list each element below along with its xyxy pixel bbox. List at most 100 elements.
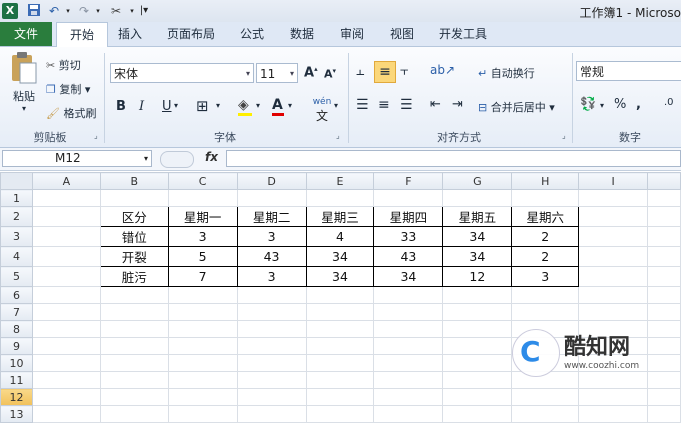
cell[interactable]: [32, 287, 100, 304]
alignment-launcher-icon[interactable]: ⌟: [562, 131, 566, 140]
tab-developer[interactable]: 开发工具: [432, 22, 494, 46]
cell[interactable]: [443, 321, 512, 338]
cell[interactable]: [648, 227, 681, 247]
cell[interactable]: [100, 406, 168, 423]
cell[interactable]: [648, 389, 681, 406]
cell[interactable]: [237, 304, 306, 321]
column-header-a[interactable]: A: [32, 173, 100, 190]
column-header-h[interactable]: H: [512, 173, 579, 190]
cell[interactable]: [579, 287, 648, 304]
currency-format-icon[interactable]: 💱: [580, 97, 596, 112]
cell[interactable]: [32, 321, 100, 338]
cell[interactable]: 5: [168, 247, 237, 267]
row-header-5[interactable]: 5: [1, 267, 33, 287]
cell[interactable]: [306, 372, 374, 389]
cell[interactable]: 3: [512, 267, 579, 287]
cell[interactable]: [100, 338, 168, 355]
cell[interactable]: [648, 190, 681, 207]
cell[interactable]: [237, 355, 306, 372]
cell[interactable]: 34: [443, 247, 512, 267]
cell[interactable]: [168, 287, 237, 304]
column-header-g[interactable]: G: [443, 173, 512, 190]
cell[interactable]: [237, 338, 306, 355]
cell[interactable]: 星期五: [443, 207, 512, 227]
cell[interactable]: [100, 355, 168, 372]
cell[interactable]: [374, 355, 443, 372]
row-header-4[interactable]: 4: [1, 247, 33, 267]
cell[interactable]: [579, 406, 648, 423]
merge-center-button[interactable]: ⊟ 合并后居中 ▾: [478, 99, 555, 115]
cell[interactable]: [443, 338, 512, 355]
cell[interactable]: [443, 406, 512, 423]
cell[interactable]: [100, 287, 168, 304]
column-header-f[interactable]: F: [374, 173, 443, 190]
cell[interactable]: [443, 190, 512, 207]
cell[interactable]: 7: [168, 267, 237, 287]
cell[interactable]: [512, 287, 579, 304]
undo-dropdown-icon[interactable]: ▾: [60, 3, 76, 19]
cell[interactable]: 区分: [100, 207, 168, 227]
cell[interactable]: 开裂: [100, 247, 168, 267]
cell[interactable]: [374, 406, 443, 423]
cell[interactable]: [443, 372, 512, 389]
tab-home[interactable]: 开始: [56, 22, 108, 47]
cell[interactable]: [374, 321, 443, 338]
font-name-select[interactable]: 宋体 ▾: [110, 63, 254, 83]
font-color-dropdown-icon[interactable]: ▾: [288, 101, 292, 110]
cell[interactable]: [32, 267, 100, 287]
orientation-icon[interactable]: ab↗: [430, 63, 455, 77]
tab-review[interactable]: 审阅: [332, 22, 372, 46]
cell[interactable]: [32, 355, 100, 372]
align-center-icon[interactable]: ≡: [378, 97, 390, 113]
cell[interactable]: [374, 287, 443, 304]
increase-decimal-icon[interactable]: .0: [664, 97, 674, 108]
font-color-button[interactable]: A: [272, 97, 284, 116]
cell[interactable]: [32, 338, 100, 355]
cell[interactable]: [237, 321, 306, 338]
cell[interactable]: [443, 287, 512, 304]
cell[interactable]: [374, 338, 443, 355]
cell[interactable]: [168, 406, 237, 423]
cell[interactable]: [374, 304, 443, 321]
clipboard-launcher-icon[interactable]: ⌟: [94, 131, 98, 140]
cell[interactable]: 43: [374, 247, 443, 267]
formula-input[interactable]: [226, 150, 681, 167]
cell[interactable]: [374, 372, 443, 389]
cell[interactable]: [443, 389, 512, 406]
cell[interactable]: [32, 372, 100, 389]
column-header-partial[interactable]: [648, 173, 681, 190]
cell[interactable]: 12: [443, 267, 512, 287]
increase-indent-icon[interactable]: ⇥: [452, 97, 463, 112]
cell[interactable]: 脏污: [100, 267, 168, 287]
save-icon[interactable]: [26, 3, 42, 19]
cell[interactable]: [100, 190, 168, 207]
cell[interactable]: 3: [237, 227, 306, 247]
cell[interactable]: 星期三: [306, 207, 374, 227]
cell[interactable]: 星期二: [237, 207, 306, 227]
cell[interactable]: [306, 338, 374, 355]
tab-view[interactable]: 视图: [382, 22, 422, 46]
cell[interactable]: [648, 247, 681, 267]
align-top-icon[interactable]: ⫠: [356, 63, 364, 79]
cell[interactable]: [168, 304, 237, 321]
shrink-font-icon[interactable]: A▾: [324, 67, 336, 81]
cell[interactable]: [168, 321, 237, 338]
cell[interactable]: [100, 321, 168, 338]
cell[interactable]: 星期一: [168, 207, 237, 227]
cell[interactable]: [648, 287, 681, 304]
cell[interactable]: [32, 227, 100, 247]
tab-insert[interactable]: 插入: [110, 22, 150, 46]
cell[interactable]: [32, 406, 100, 423]
row-header-2[interactable]: 2: [1, 207, 33, 227]
cell[interactable]: 3: [168, 227, 237, 247]
column-header-e[interactable]: E: [306, 173, 374, 190]
wrap-text-button[interactable]: ↵ 自动换行: [478, 65, 535, 81]
cell[interactable]: [512, 190, 579, 207]
cell[interactable]: [648, 267, 681, 287]
cell[interactable]: 34: [374, 267, 443, 287]
cell[interactable]: 3: [237, 267, 306, 287]
cell[interactable]: [306, 304, 374, 321]
cell[interactable]: [579, 227, 648, 247]
cell[interactable]: [237, 190, 306, 207]
row-header-6[interactable]: 6: [1, 287, 33, 304]
